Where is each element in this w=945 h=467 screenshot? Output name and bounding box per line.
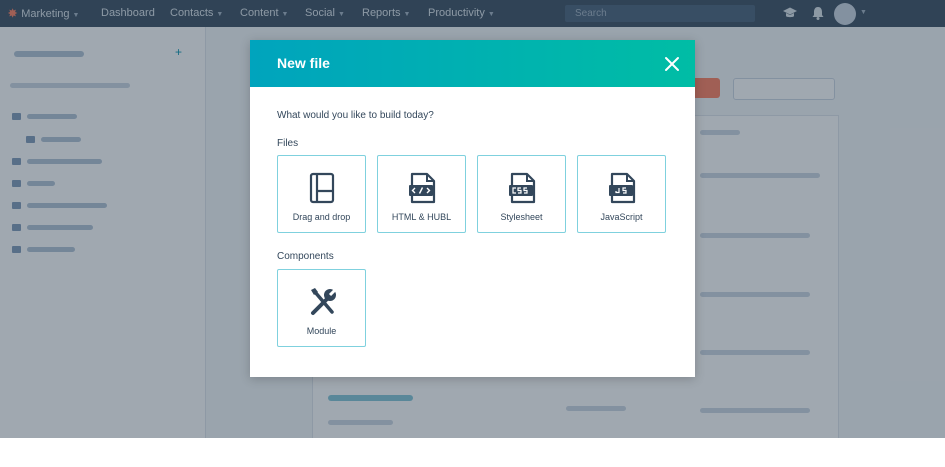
new-file-modal: New file What would you like to build to… <box>250 40 695 377</box>
tile-label: JavaScript <box>600 212 643 222</box>
tile-label: Stylesheet <box>500 212 543 222</box>
js-file-icon <box>609 172 636 204</box>
html-file-icon <box>409 172 436 204</box>
html-hubl-tile[interactable]: HTML & HUBL <box>377 155 466 233</box>
module-tile[interactable]: Module <box>277 269 366 347</box>
tile-label: Module <box>306 326 337 336</box>
css-file-icon <box>509 172 536 204</box>
tile-label: Drag and drop <box>292 212 351 222</box>
wrench-screwdriver-icon <box>311 287 338 315</box>
tile-label: HTML & HUBL <box>391 212 452 222</box>
modal-header: New file <box>250 40 695 87</box>
files-section-label: Files <box>277 138 299 149</box>
modal-question: What would you like to build today? <box>277 110 434 121</box>
javascript-tile[interactable]: JavaScript <box>577 155 666 233</box>
modal-title: New file <box>277 55 330 71</box>
drag-and-drop-tile[interactable]: Drag and drop <box>277 155 366 233</box>
stylesheet-tile[interactable]: Stylesheet <box>477 155 566 233</box>
close-icon[interactable] <box>662 54 682 74</box>
components-section-label: Components <box>277 251 334 262</box>
drag-drop-layout-icon <box>309 172 335 204</box>
